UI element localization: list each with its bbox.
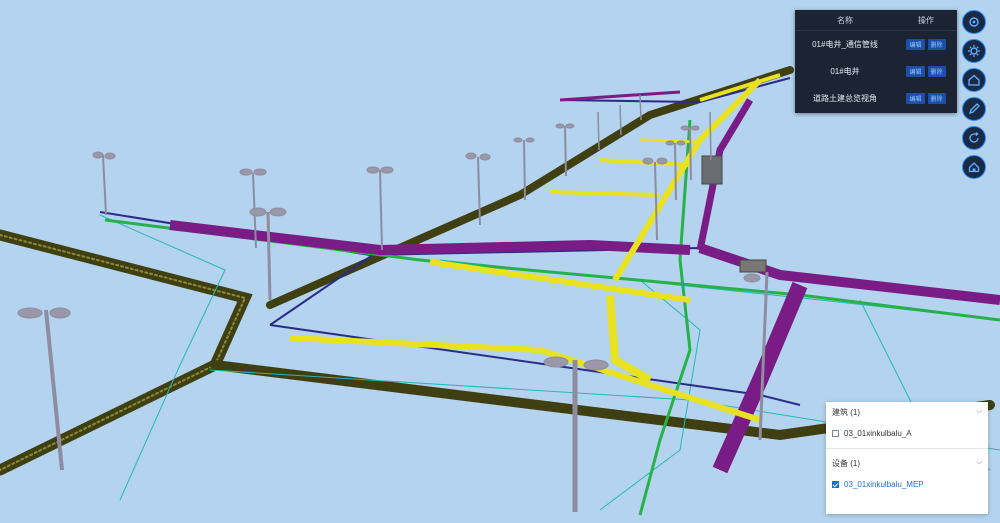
street-lamp [639,94,642,121]
edit-view-button[interactable]: 编辑 [906,93,925,104]
edit-button[interactable] [962,97,986,121]
edit-view-button[interactable]: 编辑 [906,39,925,50]
street-lamp [543,356,609,512]
layer-group-title: 设备 (1) [832,458,860,468]
saved-views-panel: 名称 操作 01#电井_通信管线 编辑 删除 01#电井 编辑 删除 道路土建总… [795,10,957,113]
view-row[interactable]: 01#电井 编辑 删除 [795,58,957,85]
edit-icon [968,103,980,115]
home-icon [968,74,980,86]
house-outline-icon [968,162,980,173]
view-name[interactable]: 道路土建总览视角 [795,93,895,104]
edit-view-button[interactable]: 编辑 [906,66,925,77]
column-ops-header: 操作 [918,15,934,25]
settings-button[interactable] [962,10,986,34]
street-lamps [17,94,769,512]
delete-view-button[interactable]: 删除 [927,66,946,77]
3d-viewport[interactable]: 名称 操作 01#电井_通信管线 编辑 删除 01#电井 编辑 删除 道路土建总… [0,0,1000,523]
layer-item[interactable]: 03_01xinkulbalu_A [826,422,988,444]
street-lamp [709,111,712,161]
layer-group-header[interactable]: 建筑 (1) ⌵ [826,402,988,422]
home-button[interactable] [962,68,986,92]
delete-view-button[interactable]: 删除 [927,39,946,50]
street-lamp [597,111,600,151]
layer-item[interactable]: 03_01xinkulbalu_MEP [826,473,988,495]
layer-checkbox[interactable] [832,429,839,437]
rotate-icon [969,132,979,143]
gear-icon [968,45,980,57]
view-name[interactable]: 01#电井_通信管线 [795,39,895,50]
layer-group-title: 建筑 (1) [832,407,860,417]
layer-group-header[interactable]: 设备 (1) ⌵ [826,453,988,473]
layer-checkbox[interactable] [832,480,839,488]
column-name-header: 名称 [837,15,853,25]
divider [826,448,988,449]
rotate-button[interactable] [962,126,986,150]
layer-panel: 建筑 (1) ⌵ 03_01xinkulbalu_A 设备 (1) ⌵ 03_0… [826,402,988,514]
view-row[interactable]: 01#电井_通信管线 编辑 删除 [795,31,957,58]
street-lamp [92,151,116,216]
delete-view-button[interactable]: 删除 [927,93,946,104]
street-lamp [619,104,622,136]
gear-button[interactable] [962,39,986,63]
chevron-down-icon[interactable]: ⌵ [977,459,982,467]
layer-item-label: 03_01xinkulbalu_MEP [844,479,924,489]
views-table-header: 名称 操作 [795,10,957,31]
street-lamp [366,166,394,251]
house-outline-button[interactable] [962,155,986,179]
layer-item-label: 03_01xinkulbalu_A [844,428,912,438]
view-name[interactable]: 01#电井 [795,66,895,77]
chevron-down-icon[interactable]: ⌵ [977,408,982,416]
view-row[interactable]: 道路土建总览视角 编辑 删除 [795,85,957,112]
right-toolbar [962,10,990,184]
settings-icon [969,17,979,27]
